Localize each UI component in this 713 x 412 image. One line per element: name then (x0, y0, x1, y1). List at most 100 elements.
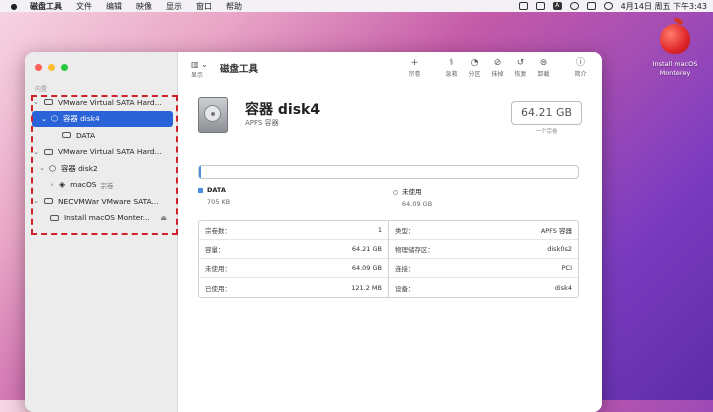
hard-disk-icon (44, 99, 53, 106)
sidebar-item-label: 容器 disk2 (60, 163, 98, 173)
button-caption: 简介 (574, 71, 587, 78)
info-value: 1 (377, 226, 382, 234)
close-button[interactable] (35, 64, 42, 71)
volume-name: 容器 disk4 (245, 102, 321, 118)
first-aid-button[interactable]: ⚕ 急救 (440, 57, 463, 78)
sidebar-item-label: VMware Virtual SATA Hard... (58, 97, 162, 107)
unmount-button[interactable]: ⊜ 卸载 (532, 57, 555, 78)
sidebar-item-data-volume[interactable]: DATA (30, 127, 175, 144)
first-aid-icon: ⚕ (449, 58, 454, 68)
erase-button[interactable]: ⊘ 抹掉 (486, 57, 509, 78)
legend-label: DATA (207, 186, 226, 194)
sidebar-item-label: DATA (76, 130, 96, 140)
sidebar-item-label: NECVMWar VMware SATA... (58, 196, 159, 206)
sidebar-item-vmware-disk-1[interactable]: ⌄ VMware Virtual SATA Hard... (30, 94, 175, 111)
info-key: 宗卷数： (205, 227, 231, 235)
info-row: 连接： PCI (389, 259, 578, 278)
partition-button[interactable]: ◔ 分区 (463, 57, 486, 78)
capacity-note: 一个宗卷 (535, 129, 558, 135)
window-title: 磁盘工具 (220, 64, 259, 75)
search-icon[interactable] (569, 2, 579, 10)
optical-drive-icon (44, 198, 53, 205)
eject-icon[interactable]: ⏏ (160, 214, 167, 222)
info-button[interactable]: ⓘ 简介 (569, 57, 592, 78)
info-value: disk0s2 (547, 245, 572, 253)
menu-view[interactable]: 显示 (166, 1, 182, 12)
partition-icon: ◔ (470, 58, 479, 68)
unmount-icon: ⊜ (539, 58, 548, 68)
legend-label: 未使用 (402, 188, 422, 196)
menu-bar: ● 磁盘工具 文件 编辑 映像 显示 窗口 帮助 A 4月14日 周五 下午3:… (0, 0, 713, 12)
button-caption: 宗卷 (408, 71, 421, 78)
info-row: 物理储存区： disk0s2 (389, 240, 578, 259)
legend-data: DATA 705 KB (198, 186, 230, 206)
sidebar: 内置 ⌄ VMware Virtual SATA Hard... ⌄ ⬡ 容器 … (25, 52, 178, 412)
usage-bar-fill-data (199, 166, 202, 178)
menu-edit[interactable]: 编辑 (106, 1, 122, 12)
info-value: 64.09 GB (351, 264, 382, 272)
menubar-status-area: A 4月14日 周五 下午3:43 (518, 0, 707, 12)
control-center-icon[interactable] (586, 2, 596, 10)
info-icon: ⓘ (575, 58, 585, 68)
sidebar-item-vmware-disk-2[interactable]: ⌄ VMware Virtual SATA Hard... (30, 144, 175, 161)
info-value: 121.2 MB (351, 283, 382, 292)
input-source-icon[interactable]: A (552, 2, 562, 10)
sidebar-item-label: macOS (70, 180, 97, 190)
menu-help[interactable]: 帮助 (226, 1, 242, 12)
user-icon[interactable] (603, 2, 613, 10)
chevron-down-icon[interactable]: ⌄ (32, 98, 40, 106)
sidebar-item-container-disk2[interactable]: ⌄ ⬡ 容器 disk2 (30, 160, 175, 177)
info-value: disk4 (554, 283, 572, 292)
toolbar: ▥ ⌄ 显示 磁盘工具 + 宗卷 ⚕ 急救 ◔ 分区 ⊘ 抹掉 ↺ 恢复 ⊜ 卸… (178, 52, 602, 88)
clock[interactable]: 4月14日 周五 下午3:43 (621, 1, 707, 12)
chevron-down-icon[interactable]: ⌄ (38, 164, 46, 172)
install-macos-icon[interactable] (658, 18, 692, 56)
menu-window[interactable]: 窗口 (196, 1, 212, 12)
window-controls (35, 64, 68, 71)
chevron-down-icon[interactable]: ⌄ (40, 115, 48, 123)
info-table: 宗卷数： 1 容量： 64.21 GB 未使用： 64.09 GB 已使用： 121.2… (198, 220, 579, 298)
button-caption: 抹掉 (491, 71, 504, 78)
legend-free: 未使用 64.09 GB (393, 186, 432, 208)
sidebar-item-macos-volume[interactable]: › ◈ macOS 宗卷 (30, 177, 175, 194)
menu-file[interactable]: 文件 (76, 1, 92, 12)
chevron-down-icon[interactable]: ⌄ (32, 197, 40, 205)
container-disk-icon (198, 97, 228, 133)
screen-mirror-icon[interactable] (518, 2, 528, 10)
apple-menu-icon[interactable]: ● (8, 2, 20, 11)
info-key: 类型： (395, 227, 415, 235)
erase-icon: ⊘ (493, 58, 502, 68)
legend-swatch-free (393, 189, 398, 195)
container-icon: ⬡ (51, 114, 58, 124)
restore-button[interactable]: ↺ 恢复 (509, 57, 532, 78)
info-row: 类型： APFS 容器 (389, 221, 578, 240)
info-key: 物理储存区： (395, 246, 434, 254)
sidebar-toggle[interactable]: ▥ ⌄ 显示 (191, 60, 208, 79)
menu-app-name[interactable]: 磁盘工具 (30, 1, 62, 12)
chevron-down-icon[interactable]: ⌄ (32, 148, 40, 156)
info-row: 宗卷数： 1 (199, 221, 388, 240)
info-key: 未使用： (205, 265, 231, 273)
sidebar-toggle-caption: 显示 (191, 72, 204, 79)
sidebar-toggle-icon: ▥ ⌄ (191, 60, 208, 69)
zoom-button[interactable] (61, 64, 68, 71)
main-content: ▥ ⌄ 显示 磁盘工具 + 宗卷 ⚕ 急救 ◔ 分区 ⊘ 抹掉 ↺ 恢复 ⊜ 卸… (178, 52, 602, 412)
sidebar-item-necvmwar-sata[interactable]: ⌄ NECVMWar VMware SATA... (30, 193, 175, 210)
sidebar-item-install-macos[interactable]: Install macOS Monter... ⏏ (30, 210, 175, 227)
usage-bar (198, 165, 579, 179)
sidebar-item-container-disk4[interactable]: ⌄ ⬡ 容器 disk4 (32, 110, 173, 127)
add-volume-button[interactable]: + 宗卷 (403, 57, 426, 78)
info-key: 设备： (395, 284, 415, 293)
button-caption: 卸载 (537, 71, 550, 78)
info-value: 64.21 GB (351, 245, 382, 253)
info-row: 容量： 64.21 GB (199, 240, 388, 259)
sidebar-item-label: VMware Virtual SATA Hard... (58, 147, 162, 157)
menu-image[interactable]: 映像 (136, 1, 152, 12)
minimize-button[interactable] (48, 64, 55, 71)
display-icon[interactable] (535, 2, 545, 10)
desktop-icon-label[interactable]: Install macOS Monterey (640, 60, 710, 78)
chevron-right-icon[interactable]: › (48, 181, 56, 189)
button-caption: 恢复 (514, 71, 527, 78)
button-caption: 急救 (445, 71, 458, 78)
sidebar-item-label: 容器 disk4 (62, 114, 100, 124)
